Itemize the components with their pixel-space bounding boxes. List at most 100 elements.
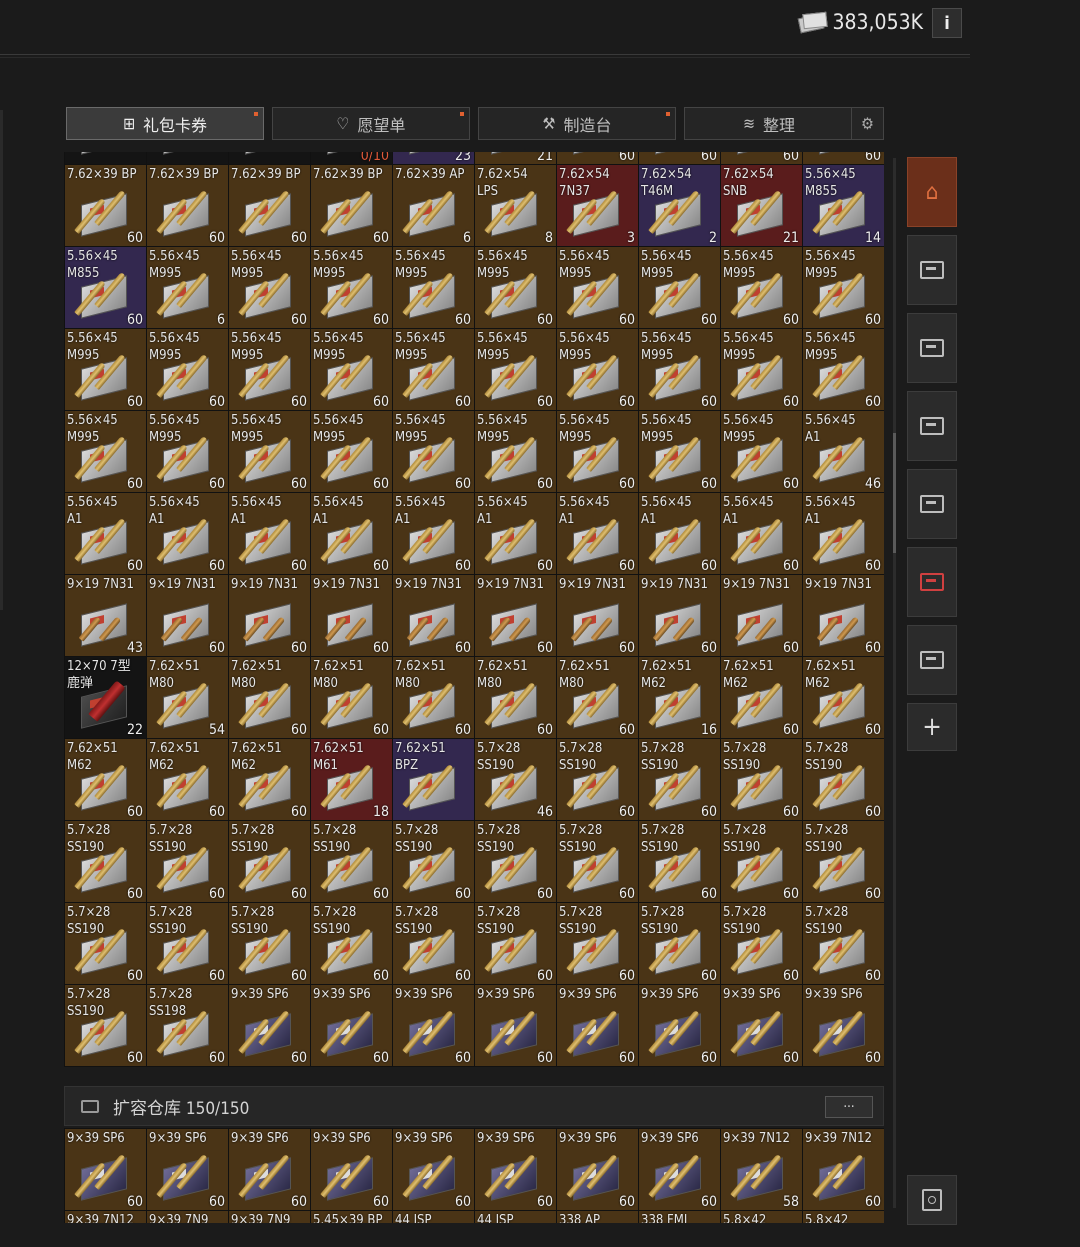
ammo-slot[interactable]: 7.62×51 M62 16 [639, 657, 720, 738]
ammo-slot[interactable]: 5.7×28 SS190 60 [639, 903, 720, 984]
ammo-slot[interactable]: 7.62×39 BP 60 [147, 165, 228, 246]
ammo-slot[interactable]: 7.62×39 BP 60 [229, 165, 310, 246]
ammo-slot[interactable]: 7.62×51 M62 60 [721, 657, 802, 738]
ammo-slot[interactable]: 9×39 SP6 60 [229, 985, 310, 1066]
ammo-slot[interactable]: 5.8×42 [721, 1211, 802, 1223]
ammo-slot[interactable]: 9×39 7N12 [65, 1211, 146, 1223]
ammo-slot[interactable]: 5.56×45 M855 60 [65, 247, 146, 328]
ammo-slot[interactable]: 9×39 7N12 60 [803, 1129, 884, 1210]
stash-grid-viewport[interactable]: 0/10 23 21 60 60 60 60 7.62×39 BP 60 7.62×39 BP 60… [64, 152, 884, 1072]
ammo-slot[interactable]: 5.56×45 M995 60 [803, 329, 884, 410]
ammo-slot[interactable]: 5.7×28 SS190 60 [147, 903, 228, 984]
ammo-slot[interactable]: 7.62×39 BP 60 [65, 165, 146, 246]
ammo-slot[interactable]: 9×39 SP6 60 [311, 985, 392, 1066]
ammo-slot[interactable]: 9×19 7N31 43 [65, 575, 146, 656]
ammo-slot[interactable]: 7.62×51 M62 60 [147, 739, 228, 820]
ammo-slot[interactable] [147, 152, 228, 164]
ammo-slot[interactable]: 9×39 SP6 60 [229, 1129, 310, 1210]
ammo-slot[interactable]: 7.62×51 M80 60 [557, 657, 638, 738]
ammo-slot[interactable]: 5.56×45 M995 60 [229, 247, 310, 328]
safe-button[interactable] [907, 1175, 957, 1225]
more-button[interactable]: ··· [825, 1096, 873, 1118]
ammo-slot[interactable]: 5.56×45 A1 60 [803, 493, 884, 574]
ammo-slot[interactable]: 9×39 SP6 60 [311, 1129, 392, 1210]
ammo-slot[interactable]: 9×39 SP6 60 [557, 1129, 638, 1210]
ammo-slot[interactable]: 9×19 7N31 60 [639, 575, 720, 656]
ammo-slot[interactable]: 5.56×45 M855 14 [803, 165, 884, 246]
ammo-slot[interactable]: 5.56×45 M995 60 [147, 329, 228, 410]
ammo-slot[interactable]: 5.56×45 M995 60 [393, 329, 474, 410]
ammo-slot[interactable]: 5.7×28 SS190 60 [557, 739, 638, 820]
ammo-slot[interactable]: 21 [475, 152, 556, 164]
ammo-slot[interactable]: 5.7×28 SS190 60 [393, 821, 474, 902]
ammo-slot[interactable]: 60 [721, 152, 802, 164]
scrollbar-thumb[interactable] [893, 433, 896, 553]
ammo-slot[interactable]: 44 JSP [475, 1211, 556, 1223]
ammo-slot[interactable]: 5.56×45 M995 60 [721, 329, 802, 410]
ammo-slot[interactable]: 5.7×28 SS198 60 [147, 985, 228, 1066]
ammo-slot[interactable]: 9×19 7N31 60 [147, 575, 228, 656]
ammo-slot[interactable]: 5.45×39 BP [311, 1211, 392, 1223]
ammo-slot[interactable]: 5.56×45 M995 60 [475, 329, 556, 410]
ammo-slot[interactable]: 5.56×45 M995 60 [65, 329, 146, 410]
ammo-slot[interactable]: 5.56×45 A1 60 [557, 493, 638, 574]
ammo-slot[interactable]: 5.7×28 SS190 60 [721, 821, 802, 902]
sidebar-crate-button-3[interactable] [907, 391, 957, 461]
ammo-slot[interactable]: 5.7×28 SS190 60 [65, 903, 146, 984]
ammo-slot[interactable]: 5.7×28 SS190 60 [639, 739, 720, 820]
ammo-slot[interactable]: 9×19 7N31 60 [311, 575, 392, 656]
ammo-slot[interactable]: 5.7×28 SS190 60 [721, 739, 802, 820]
ammo-slot[interactable]: 5.7×28 SS190 60 [639, 821, 720, 902]
ammo-slot[interactable]: 5.7×28 SS190 60 [65, 985, 146, 1066]
ammo-slot[interactable]: 5.56×45 M995 60 [639, 411, 720, 492]
extended-storage-viewport[interactable]: 9×39 SP6 60 9×39 SP6 60 9×39 SP6 60 9×39 SP6 60… [64, 1128, 884, 1223]
ammo-slot[interactable]: 7.62×54 LPS 8 [475, 165, 556, 246]
ammo-slot[interactable]: 7.62×51 M80 60 [475, 657, 556, 738]
ammo-slot[interactable]: 5.8×42 [803, 1211, 884, 1223]
ammo-slot[interactable]: 5.7×28 SS190 60 [721, 903, 802, 984]
ammo-slot[interactable]: 9×39 SP6 60 [639, 985, 720, 1066]
ammo-slot[interactable]: 5.7×28 SS190 60 [803, 821, 884, 902]
ammo-slot[interactable]: 7.62×51 M62 60 [229, 739, 310, 820]
ammo-slot[interactable]: 5.7×28 SS190 60 [65, 821, 146, 902]
ammo-slot[interactable] [65, 152, 146, 164]
ammo-slot[interactable]: 9×39 7N9 [229, 1211, 310, 1223]
ammo-slot[interactable]: 7.62×51 M80 60 [393, 657, 474, 738]
ammo-slot[interactable]: 7.62×51 M62 60 [65, 739, 146, 820]
ammo-slot[interactable]: 5.7×28 SS190 60 [475, 821, 556, 902]
ammo-slot[interactable]: 5.7×28 SS190 60 [229, 821, 310, 902]
tab-gift-cards[interactable]: ⊞ 礼包卡券 [66, 107, 264, 140]
ammo-slot[interactable]: 5.7×28 SS190 46 [475, 739, 556, 820]
ammo-slot[interactable]: 9×19 7N31 60 [721, 575, 802, 656]
ammo-slot[interactable]: 7.62×51 M61 18 [311, 739, 392, 820]
ammo-slot[interactable]: 23 [393, 152, 474, 164]
ammo-slot[interactable]: 9×19 7N31 60 [803, 575, 884, 656]
sidebar-crate-alert-button[interactable] [907, 547, 957, 617]
ammo-slot[interactable]: 5.56×45 M995 60 [311, 411, 392, 492]
ammo-slot[interactable]: 9×39 SP6 60 [393, 985, 474, 1066]
tab-sort[interactable]: ≋ 整理 [684, 107, 854, 140]
ammo-slot[interactable]: 338 FMJ [639, 1211, 720, 1223]
ammo-slot[interactable]: 5.56×45 A1 46 [803, 411, 884, 492]
ammo-slot[interactable]: 5.56×45 M995 60 [475, 411, 556, 492]
ammo-slot[interactable]: 5.56×45 M995 60 [393, 411, 474, 492]
ammo-slot[interactable]: 5.56×45 M995 60 [65, 411, 146, 492]
ammo-slot[interactable]: 7.62×51 M62 60 [803, 657, 884, 738]
ammo-slot[interactable]: 9×39 SP6 60 [475, 985, 556, 1066]
ammo-slot[interactable]: 5.56×45 A1 60 [229, 493, 310, 574]
ammo-slot[interactable]: 9×39 SP6 60 [147, 1129, 228, 1210]
ammo-slot[interactable]: 5.56×45 M995 60 [393, 247, 474, 328]
ammo-slot[interactable]: 5.56×45 M995 60 [639, 329, 720, 410]
ammo-slot[interactable]: 7.62×51 M80 60 [311, 657, 392, 738]
ammo-slot[interactable]: 9×39 SP6 60 [721, 985, 802, 1066]
ammo-slot[interactable]: 9×19 7N31 60 [229, 575, 310, 656]
ammo-slot[interactable]: 5.7×28 SS190 60 [557, 821, 638, 902]
ammo-slot[interactable]: 5.7×28 SS190 60 [311, 903, 392, 984]
ammo-slot[interactable]: 9×39 7N12 58 [721, 1129, 802, 1210]
ammo-slot[interactable]: 5.56×45 A1 60 [65, 493, 146, 574]
ammo-slot[interactable]: 5.56×45 M995 60 [311, 329, 392, 410]
ammo-slot[interactable] [229, 152, 310, 164]
stash-scrollbar[interactable] [893, 158, 896, 1208]
ammo-slot[interactable]: 5.7×28 SS190 60 [147, 821, 228, 902]
ammo-slot[interactable]: 5.56×45 A1 60 [721, 493, 802, 574]
